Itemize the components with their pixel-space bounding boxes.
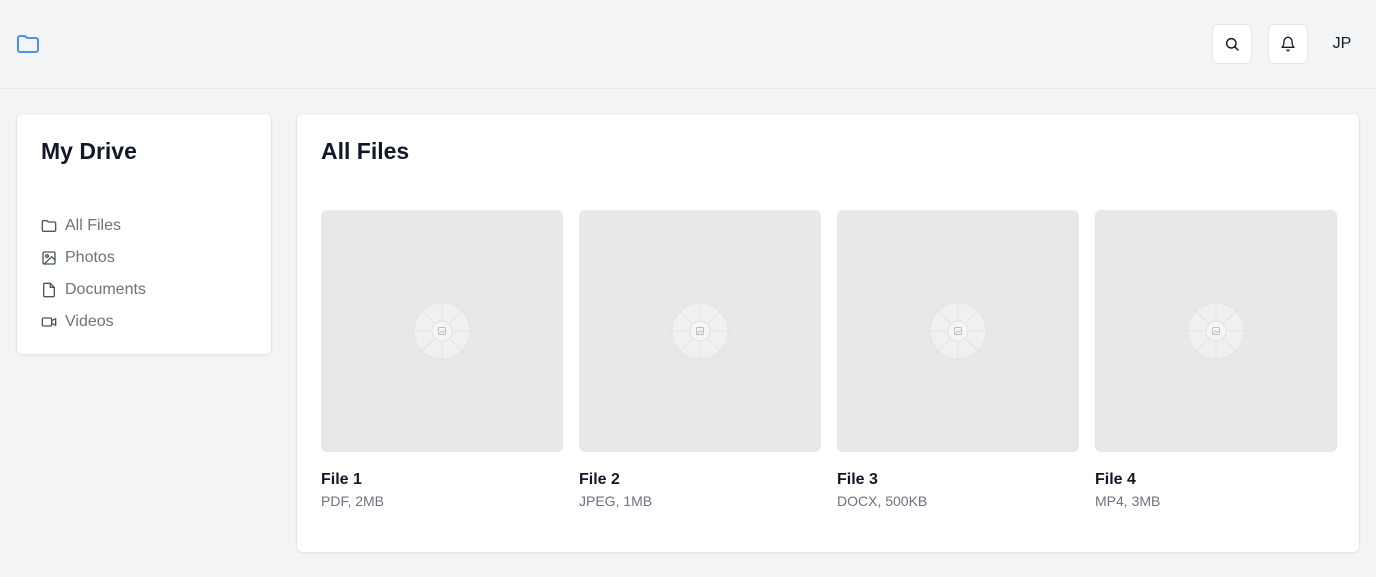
image-placeholder-icon <box>668 299 732 363</box>
file-meta: DOCX, 500KB <box>837 493 928 509</box>
image-icon <box>41 250 57 266</box>
sidebar-item-all-files[interactable]: All Files <box>41 210 146 242</box>
search-button[interactable] <box>1212 24 1252 64</box>
notifications-button[interactable] <box>1268 24 1308 64</box>
video-icon <box>41 314 57 330</box>
sidebar-item-label: Photos <box>65 249 115 266</box>
file-thumbnail <box>579 210 821 452</box>
image-placeholder-icon <box>410 299 474 363</box>
file-meta: JPEG, 1MB <box>579 493 653 509</box>
sidebar-item-videos[interactable]: Videos <box>41 306 146 338</box>
image-placeholder-icon <box>1184 299 1248 363</box>
file-icon <box>41 282 57 298</box>
file-thumbnail <box>321 210 563 452</box>
file-thumbnail <box>837 210 1079 452</box>
file-card[interactable]: File 1 PDF, 2MB <box>321 210 563 509</box>
sidebar-item-label: All Files <box>65 217 122 234</box>
sidebar-title: My Drive <box>41 138 137 164</box>
file-name: File 3 <box>837 471 878 488</box>
avatar[interactable]: JP <box>1322 24 1362 64</box>
sidebar-nav: All Files Photos Documents Videos <box>41 210 146 338</box>
file-name: File 2 <box>579 471 620 488</box>
file-card[interactable]: File 3 DOCX, 500KB <box>837 210 1079 509</box>
sidebar-item-label: Documents <box>65 281 146 298</box>
page-title: All Files <box>321 138 410 164</box>
file-meta: PDF, 2MB <box>321 493 385 509</box>
file-panel: All Files File 1 PDF, 2MB File 2 JPEG, 1… <box>296 113 1360 553</box>
sidebar-item-label: Videos <box>65 313 114 330</box>
sidebar: My Drive All Files Photos Documents Vide… <box>16 113 272 355</box>
file-name: File 4 <box>1095 471 1136 488</box>
sidebar-item-photos[interactable]: Photos <box>41 242 146 274</box>
bell-icon <box>1280 36 1296 52</box>
folder-icon <box>41 218 57 234</box>
sidebar-item-documents[interactable]: Documents <box>41 274 146 306</box>
image-placeholder-icon <box>926 299 990 363</box>
file-meta: MP4, 3MB <box>1095 493 1161 509</box>
file-card[interactable]: File 2 JPEG, 1MB <box>579 210 821 509</box>
folder-icon[interactable] <box>16 32 40 56</box>
file-thumbnail <box>1095 210 1337 452</box>
file-grid: File 1 PDF, 2MB File 2 JPEG, 1MB File 3 … <box>321 210 1337 509</box>
file-name: File 1 <box>321 471 362 488</box>
top-bar: JP <box>0 0 1376 89</box>
file-card[interactable]: File 4 MP4, 3MB <box>1095 210 1337 509</box>
search-icon <box>1224 36 1240 52</box>
